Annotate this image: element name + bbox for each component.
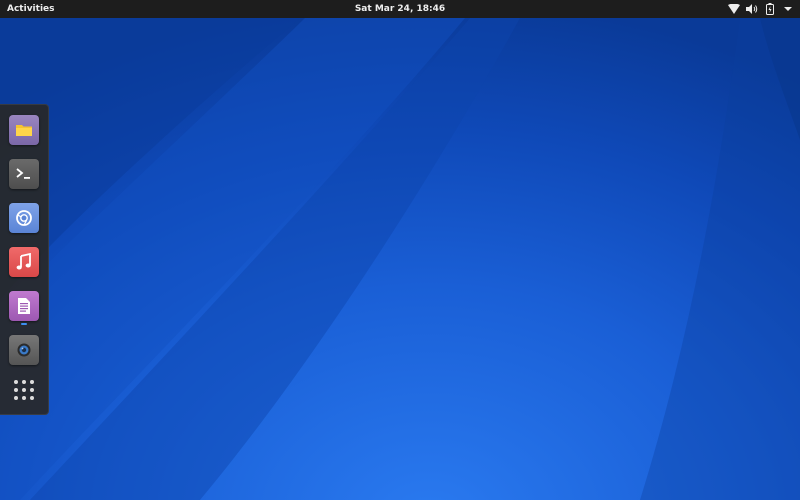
wifi-icon[interactable]: [727, 3, 740, 16]
volume-icon[interactable]: [745, 3, 758, 16]
chromium-app-icon[interactable]: [9, 203, 39, 233]
dock: [0, 104, 49, 415]
webcam-app-icon[interactable]: [9, 335, 39, 365]
music-app-icon[interactable]: [9, 247, 39, 277]
activities-button[interactable]: Activities: [0, 0, 62, 18]
clock[interactable]: Sat Mar 24, 18:46: [300, 0, 500, 18]
text-editor-app-icon[interactable]: [9, 291, 39, 321]
battery-charging-icon[interactable]: [763, 3, 776, 16]
desktop[interactable]: Activities Sat Mar 24, 18:46: [0, 0, 800, 500]
wallpaper: [0, 18, 800, 500]
menu-arrow-icon[interactable]: [781, 3, 794, 16]
running-indicator: [21, 323, 27, 325]
terminal-app-icon[interactable]: [9, 159, 39, 189]
top-bar: Activities Sat Mar 24, 18:46: [0, 0, 800, 18]
files-app-icon[interactable]: [9, 115, 39, 145]
system-tray[interactable]: [727, 0, 794, 18]
show-applications-icon[interactable]: [11, 377, 37, 403]
